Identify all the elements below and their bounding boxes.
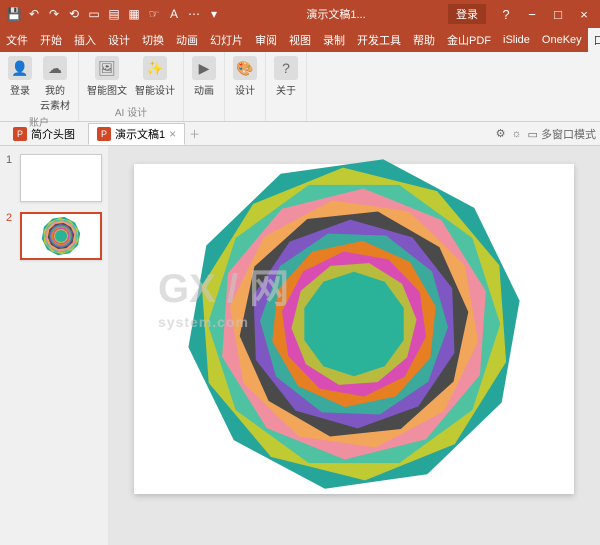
thumb-preview-1[interactable] [20, 154, 102, 202]
login-button[interactable]: 登录 [448, 4, 486, 24]
undo-icon[interactable]: ↶ [26, 6, 42, 22]
restart-icon[interactable]: ⟲ [66, 6, 82, 22]
maximize-icon[interactable]: □ [546, 4, 570, 24]
document-tabs: P 简介头图 P 演示文稿1 × ＋ ⚙ ☼ ▭ 多窗口模式 [0, 122, 600, 146]
add-tab-icon[interactable]: ＋ [189, 126, 200, 142]
tab-transition[interactable]: 切换 [136, 28, 170, 52]
tab-pdf[interactable]: 金山PDF [441, 28, 497, 52]
save-icon[interactable]: 💾 [6, 6, 22, 22]
cloud-assets-button[interactable]: ☁ 我的 云素材 [40, 56, 70, 112]
group-label-ai: AI 设计 [115, 104, 147, 119]
tab-review[interactable]: 审阅 [249, 28, 283, 52]
active-slide[interactable] [134, 164, 574, 494]
slide-thumbnails: 1 2 [0, 146, 108, 545]
tab-home[interactable]: 开始 [34, 28, 68, 52]
tab-file[interactable]: 文件 [0, 28, 34, 52]
workspace: 1 2 GX / 网 system.com [0, 146, 600, 545]
gear-icon[interactable]: ⚙ [496, 127, 506, 140]
about-button[interactable]: ? 关于 [274, 56, 298, 97]
image-icon: 🖼 [95, 56, 119, 80]
ribbon-group-anim: ▶ 动画 [184, 52, 225, 121]
doc-tab-presentation1[interactable]: P 演示文稿1 × [88, 123, 185, 145]
thumb-preview-2[interactable] [20, 212, 102, 260]
more-icon[interactable]: ⋯ [186, 6, 202, 22]
pointer-icon[interactable]: ☞ [146, 6, 162, 22]
window-controls: ? − □ × [490, 4, 600, 24]
grid-icon[interactable]: ▦ [126, 6, 142, 22]
doc-tab-intro[interactable]: P 简介头图 [4, 123, 84, 145]
window-title: 演示文稿1... [228, 6, 444, 22]
play-icon: ▶ [192, 56, 216, 80]
ppt-icon: P [13, 127, 27, 141]
design-button[interactable]: 🎨 设计 [233, 56, 257, 97]
open-icon[interactable]: ▤ [106, 6, 122, 22]
ribbon-group-account: 👤 登录 ☁ 我的 云素材 账户 [0, 52, 79, 121]
user-icon: 👤 [8, 56, 32, 80]
animation-button[interactable]: ▶ 动画 [192, 56, 216, 97]
cloud-icon: ☁ [43, 56, 67, 80]
title-bar: 💾 ↶ ↷ ⟲ ▭ ▤ ▦ ☞ A ⋯ ▾ 演示文稿1... 登录 ? − □ … [0, 0, 600, 28]
help-icon[interactable]: ? [494, 4, 518, 24]
ribbon-group-design: 🎨 设计 [225, 52, 266, 121]
dropdown-icon[interactable]: ▾ [206, 6, 222, 22]
tab-animation[interactable]: 动画 [170, 28, 204, 52]
slide-canvas: GX / 网 system.com [108, 146, 600, 545]
smart-design-button[interactable]: ✨ 智能设计 [135, 56, 175, 97]
ribbon-group-about: ? 关于 [266, 52, 307, 121]
quick-access-toolbar: 💾 ↶ ↷ ⟲ ▭ ▤ ▦ ☞ A ⋯ ▾ [0, 6, 228, 22]
sun-icon[interactable]: ☼ [511, 128, 521, 140]
thumb-1[interactable]: 1 [6, 154, 102, 202]
tab-developer[interactable]: 开发工具 [351, 28, 407, 52]
ribbon-group-ai: 🖼 智能图文 ✨ 智能设计 AI 设计 [79, 52, 184, 121]
smart-image-button[interactable]: 🖼 智能图文 [87, 56, 127, 97]
palette-icon: 🎨 [233, 56, 257, 80]
close-tab-icon[interactable]: × [169, 127, 176, 141]
tab-insert[interactable]: 插入 [68, 28, 102, 52]
ribbon-tabs: 文件 开始 插入 设计 切换 动画 幻灯片 审阅 视图 录制 开发工具 帮助 金… [0, 28, 600, 52]
tab-islide[interactable]: iSlide [497, 28, 536, 52]
minimize-icon[interactable]: − [520, 4, 544, 24]
tab-record[interactable]: 录制 [317, 28, 351, 52]
question-icon: ? [274, 56, 298, 80]
text-icon[interactable]: A [166, 6, 182, 22]
tab-slideshow[interactable]: 幻灯片 [204, 28, 249, 52]
ribbon: 👤 登录 ☁ 我的 云素材 账户 🖼 智能图文 ✨ 智能设计 AI 设计 ▶ [0, 52, 600, 122]
login-ribbon-button[interactable]: 👤 登录 [8, 56, 32, 112]
multiwindow-toggle[interactable]: ▭ 多窗口模式 [528, 126, 596, 142]
new-icon[interactable]: ▭ [86, 6, 102, 22]
tab-design[interactable]: 设计 [102, 28, 136, 52]
close-icon[interactable]: × [572, 4, 596, 24]
redo-icon[interactable]: ↷ [46, 6, 62, 22]
spiral-shape[interactable] [134, 146, 574, 514]
tab-onekey[interactable]: OneKey [536, 28, 588, 52]
tab-pocket-anim[interactable]: 口袋动 [588, 28, 600, 52]
sparkle-icon: ✨ [143, 56, 167, 80]
thumb-2[interactable]: 2 [6, 212, 102, 260]
ppt-icon: P [97, 127, 111, 141]
tab-view[interactable]: 视图 [283, 28, 317, 52]
tab-help[interactable]: 帮助 [407, 28, 441, 52]
